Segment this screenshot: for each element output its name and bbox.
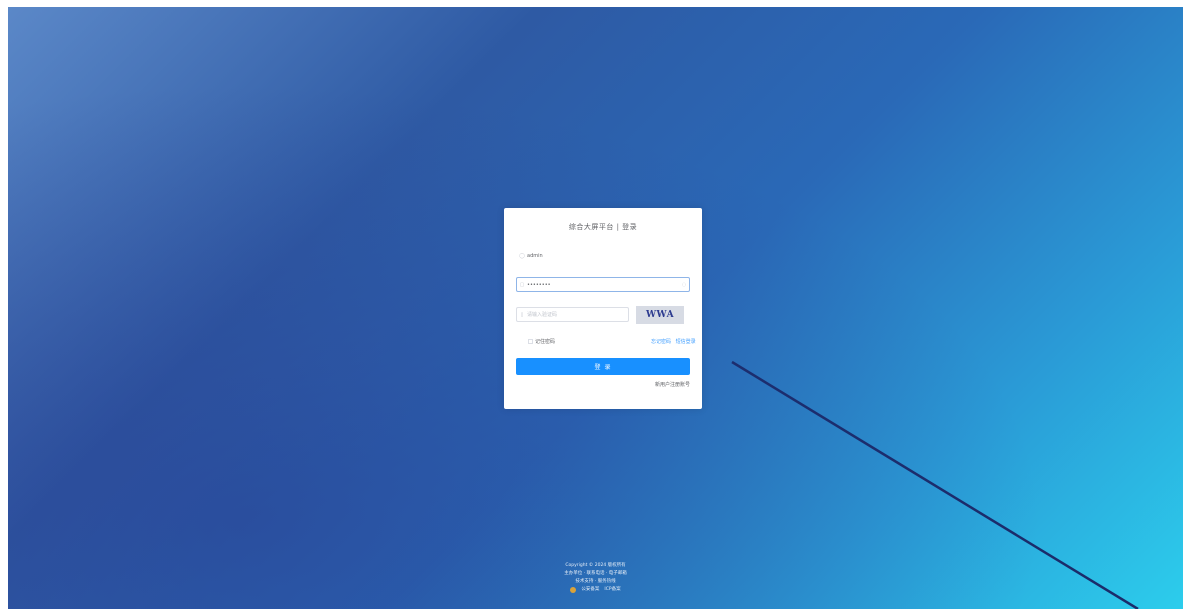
footer-support: 技术支持 · 服务热线 bbox=[575, 579, 616, 584]
password-field[interactable]: ▢ •••••••• ◌ bbox=[516, 277, 690, 292]
captcha-image[interactable]: WWA bbox=[636, 306, 684, 324]
captcha-placeholder: 请输入验证码 bbox=[527, 312, 558, 318]
login-card: 综合大屏平台 | 登录 ◯ admin ▢ •••••••• ◌ ▯ 请输入验证… bbox=[504, 208, 702, 409]
login-links: 忘记密码 短信登录 bbox=[648, 338, 696, 345]
username-field[interactable]: ◯ admin bbox=[516, 248, 690, 263]
remember-label: 记住密码 bbox=[535, 339, 556, 345]
captcha-input[interactable]: ▯ 请输入验证码 bbox=[516, 307, 629, 322]
register-link[interactable]: 新用户注册账号 bbox=[655, 381, 690, 388]
footer-police-record[interactable]: 公安备案 bbox=[581, 586, 599, 594]
login-button[interactable]: 登 录 bbox=[516, 358, 690, 375]
username-value: admin bbox=[527, 252, 543, 259]
footer-records: 公安备案 ICP备案 bbox=[8, 586, 1183, 594]
footer-contact: 主办单位 · 联系电话 · 电子邮箱 bbox=[564, 571, 627, 576]
footer-icp-record[interactable]: ICP备案 bbox=[604, 586, 620, 594]
eye-icon[interactable]: ◌ bbox=[679, 282, 689, 288]
footer-copyright: Copyright © 2024 版权所有 bbox=[565, 563, 626, 568]
police-badge-icon bbox=[570, 587, 577, 593]
sms-login-link[interactable]: 短信登录 bbox=[676, 339, 696, 345]
lock-icon: ▢ bbox=[519, 281, 525, 288]
remember-checkbox[interactable] bbox=[528, 339, 533, 344]
forgot-password-link[interactable]: 忘记密码 bbox=[651, 339, 671, 345]
password-value: •••••••• bbox=[527, 281, 551, 288]
remember-password[interactable]: 记住密码 bbox=[528, 338, 555, 345]
shield-icon: ▯ bbox=[520, 311, 524, 318]
user-icon: ◯ bbox=[519, 252, 525, 259]
page-footer: Copyright © 2024 版权所有 主办单位 · 联系电话 · 电子邮箱… bbox=[8, 562, 1183, 594]
login-title: 综合大屏平台 | 登录 bbox=[568, 223, 638, 231]
